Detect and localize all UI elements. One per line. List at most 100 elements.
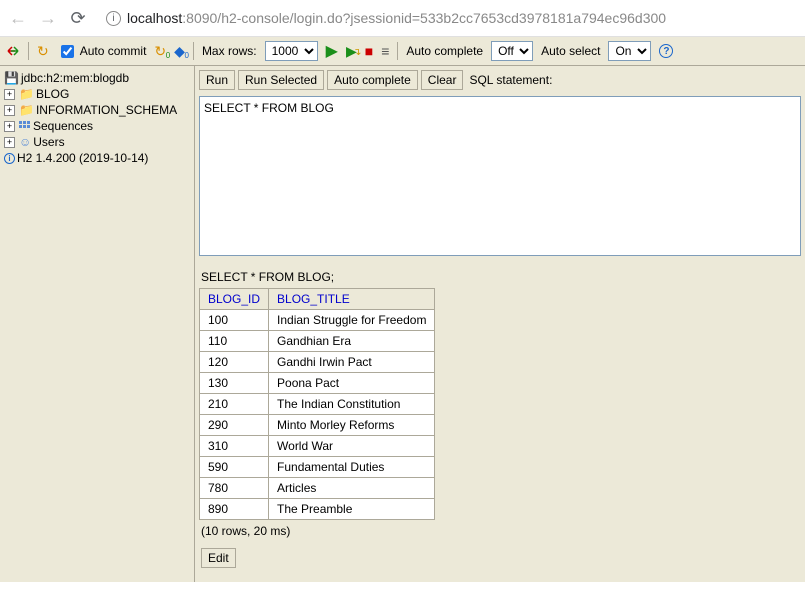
tree-db-label: jdbc:h2:mem:blogdb — [21, 71, 129, 85]
disconnect-icon[interactable] — [6, 44, 20, 58]
sql-textarea[interactable] — [199, 96, 801, 256]
tree-item-label: Users — [33, 135, 64, 149]
database-icon: 💾 — [4, 71, 19, 85]
table-row: 120Gandhi Irwin Pact — [200, 352, 435, 373]
separator — [397, 42, 398, 60]
result-section: SELECT * FROM BLOG; BLOG_IDBLOG_TITLE 10… — [199, 268, 801, 570]
tree-item-label: BLOG — [36, 87, 69, 101]
history-icon[interactable]: ≡ — [381, 44, 389, 58]
clear-button[interactable]: Clear — [421, 70, 464, 90]
table-cell: 590 — [200, 457, 269, 478]
table-row: 780Articles — [200, 478, 435, 499]
tree-item-label: INFORMATION_SCHEMA — [36, 103, 177, 117]
content-pane: Run Run Selected Auto complete Clear SQL… — [195, 66, 805, 582]
browser-chrome: ← → ⟳ i localhost:8090/h2-console/login.… — [0, 0, 805, 37]
result-table: BLOG_IDBLOG_TITLE 100Indian Struggle for… — [199, 288, 435, 520]
tree-item-label: Sequences — [33, 119, 93, 133]
url-host: localhost — [127, 10, 182, 26]
column-header[interactable]: BLOG_TITLE — [269, 289, 435, 310]
auto-select-select[interactable]: On — [608, 41, 651, 61]
help-icon[interactable]: ? — [659, 44, 673, 58]
refresh-icon[interactable]: ↻ — [37, 44, 49, 58]
max-rows-label: Max rows: — [202, 44, 257, 58]
table-cell: 890 — [200, 499, 269, 520]
table-cell: World War — [269, 436, 435, 457]
auto-complete-label: Auto complete — [406, 44, 483, 58]
sql-statement-label: SQL statement: — [469, 73, 552, 87]
auto-complete-button[interactable]: Auto complete — [327, 70, 418, 90]
expand-icon[interactable]: + — [4, 121, 15, 132]
h2-console: ↻ Auto commit ↻0 ◆0 Max rows: 1000 ▶ ▶↴ … — [0, 37, 805, 582]
run-selected-icon[interactable]: ▶↴ — [346, 44, 357, 58]
url-path: :8090/h2-console/login.do?jsessionid=533… — [182, 10, 666, 26]
table-row: 210The Indian Constitution — [200, 394, 435, 415]
table-cell: 780 — [200, 478, 269, 499]
sequences-icon — [19, 121, 31, 131]
table-row: 890The Preamble — [200, 499, 435, 520]
tree-item[interactable]: + ☺ Users — [2, 134, 192, 150]
table-row: 100Indian Struggle for Freedom — [200, 310, 435, 331]
column-header[interactable]: BLOG_ID — [200, 289, 269, 310]
run-selected-button[interactable]: Run Selected — [238, 70, 324, 90]
result-meta: (10 rows, 20 ms) — [201, 524, 801, 538]
table-row: 110Gandhian Era — [200, 331, 435, 352]
auto-commit-label: Auto commit — [80, 44, 147, 58]
table-cell: The Indian Constitution — [269, 394, 435, 415]
folder-icon: 📁 — [19, 87, 34, 101]
result-query-text: SELECT * FROM BLOG; — [201, 270, 801, 284]
reload-icon[interactable]: ⟳ — [68, 8, 88, 29]
expand-icon[interactable]: + — [4, 137, 15, 148]
table-cell: 130 — [200, 373, 269, 394]
auto-commit-wrap[interactable]: Auto commit — [57, 42, 147, 61]
sql-button-bar: Run Run Selected Auto complete Clear SQL… — [199, 70, 801, 90]
folder-icon: 📁 — [19, 103, 34, 117]
table-cell: 100 — [200, 310, 269, 331]
auto-commit-checkbox[interactable] — [61, 45, 74, 58]
address-bar[interactable]: i localhost:8090/h2-console/login.do?jse… — [98, 6, 797, 30]
table-cell: The Preamble — [269, 499, 435, 520]
auto-select-label: Auto select — [541, 44, 600, 58]
table-row: 130Poona Pact — [200, 373, 435, 394]
max-rows-select[interactable]: 1000 — [265, 41, 318, 61]
info-icon: i — [4, 153, 15, 164]
edit-button[interactable]: Edit — [201, 548, 236, 568]
rollback-icon[interactable]: ↻0 — [154, 44, 166, 58]
tree-item[interactable]: + 📁 BLOG — [2, 86, 192, 102]
forward-icon[interactable]: → — [38, 8, 58, 29]
table-cell: 110 — [200, 331, 269, 352]
table-cell: Indian Struggle for Freedom — [269, 310, 435, 331]
table-cell: 310 — [200, 436, 269, 457]
table-cell: Poona Pact — [269, 373, 435, 394]
expand-icon[interactable]: + — [4, 89, 15, 100]
sidebar-tree: 💾 jdbc:h2:mem:blogdb + 📁 BLOG + 📁 INFORMATI… — [0, 66, 195, 582]
site-info-icon[interactable]: i — [106, 11, 121, 26]
url-text: localhost:8090/h2-console/login.do?jsess… — [127, 10, 666, 26]
table-cell: Gandhian Era — [269, 331, 435, 352]
users-icon: ☺ — [19, 135, 31, 149]
tree-item[interactable]: + 📁 INFORMATION_SCHEMA — [2, 102, 192, 118]
table-cell: 210 — [200, 394, 269, 415]
separator — [193, 42, 194, 60]
expand-icon[interactable]: + — [4, 105, 15, 116]
table-row: 310World War — [200, 436, 435, 457]
run-icon[interactable]: ▶ — [326, 41, 338, 61]
tree-db-root[interactable]: 💾 jdbc:h2:mem:blogdb — [2, 70, 192, 86]
separator — [28, 42, 29, 60]
table-cell: Fundamental Duties — [269, 457, 435, 478]
commit-icon[interactable]: ◆0 — [174, 44, 185, 58]
back-icon[interactable]: ← — [8, 8, 28, 29]
tree-version[interactable]: i H2 1.4.200 (2019-10-14) — [2, 150, 192, 166]
table-cell: 290 — [200, 415, 269, 436]
toolbar: ↻ Auto commit ↻0 ◆0 Max rows: 1000 ▶ ▶↴ … — [0, 37, 805, 66]
tree-item[interactable]: + Sequences — [2, 118, 192, 134]
auto-complete-select[interactable]: Off — [491, 41, 533, 61]
tree-version-label: H2 1.4.200 (2019-10-14) — [17, 151, 148, 165]
table-cell: Gandhi Irwin Pact — [269, 352, 435, 373]
table-row: 590Fundamental Duties — [200, 457, 435, 478]
table-cell: 120 — [200, 352, 269, 373]
table-cell: Articles — [269, 478, 435, 499]
run-button[interactable]: Run — [199, 70, 235, 90]
stop-icon[interactable]: ■ — [365, 43, 373, 59]
table-row: 290Minto Morley Reforms — [200, 415, 435, 436]
table-cell: Minto Morley Reforms — [269, 415, 435, 436]
